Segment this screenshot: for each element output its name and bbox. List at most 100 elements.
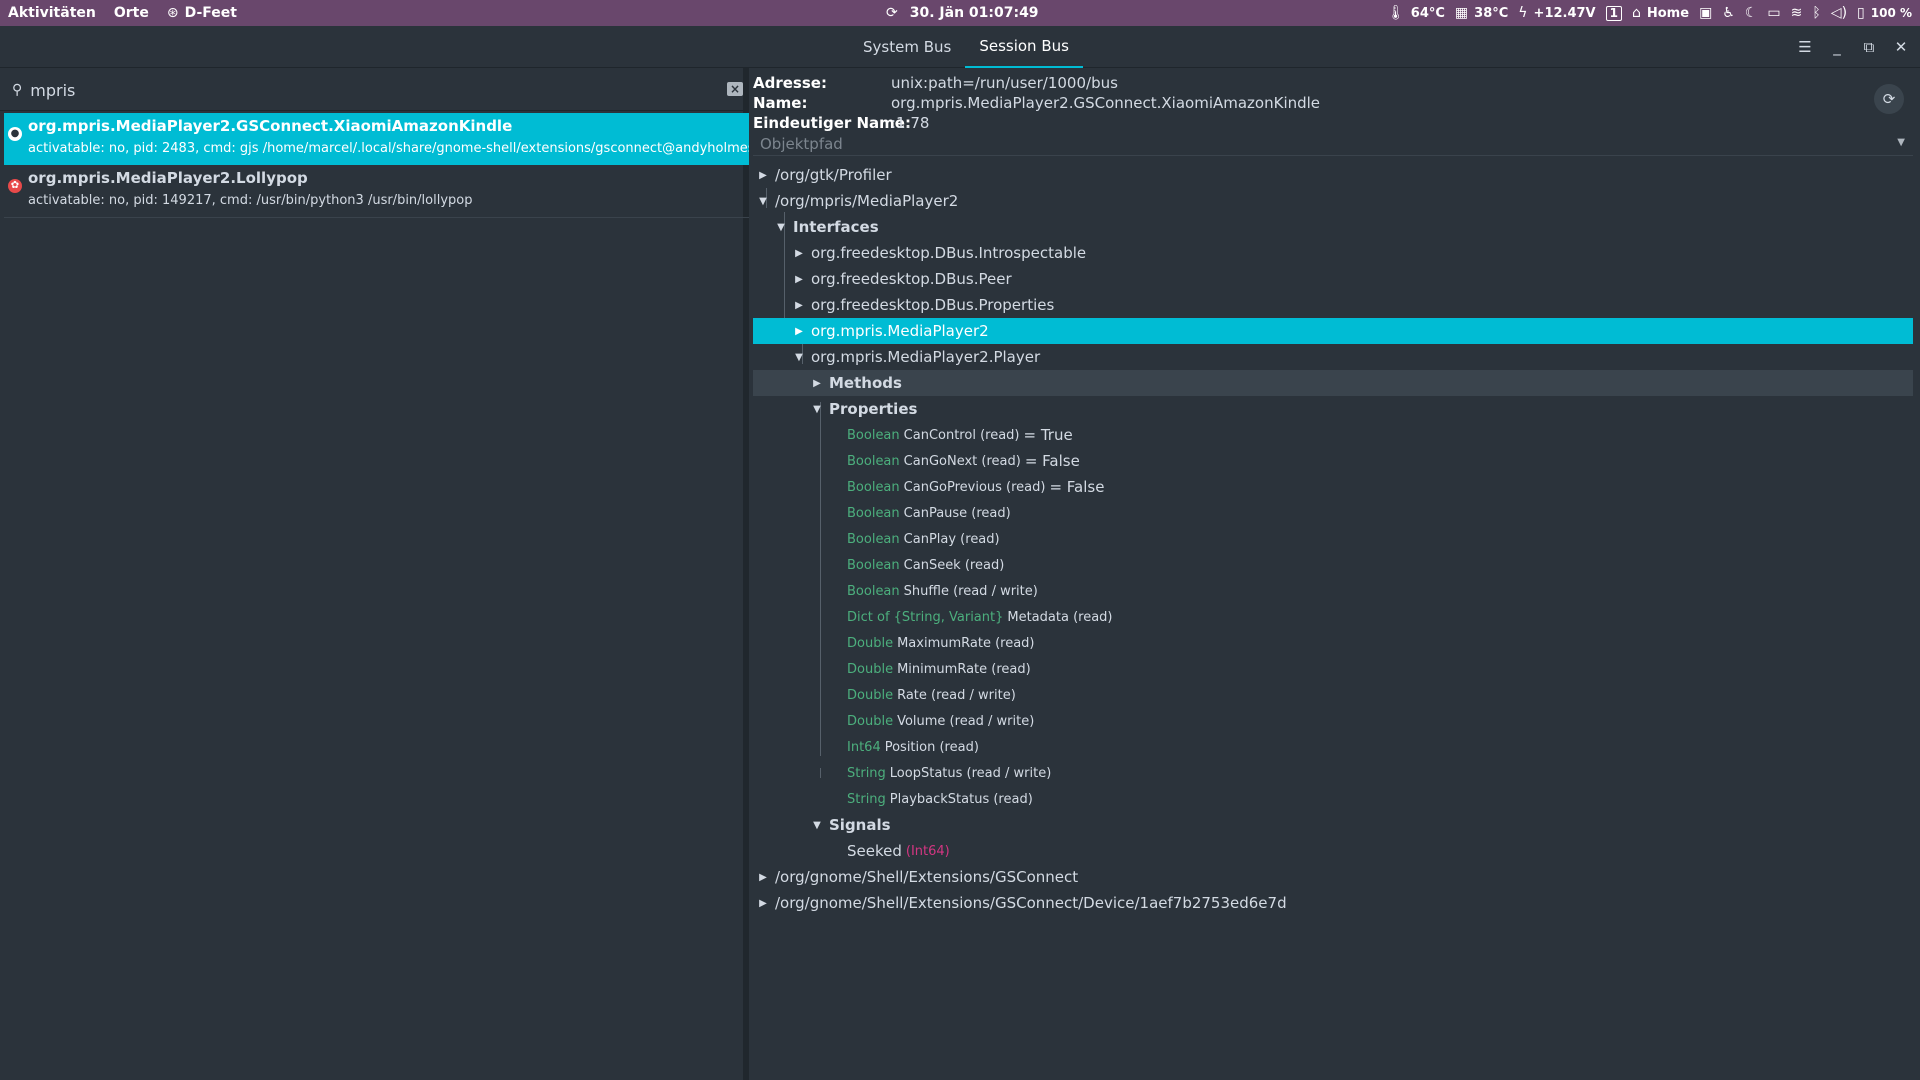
property-type: String [847, 765, 886, 781]
clear-search-icon[interactable]: × [727, 82, 743, 96]
expand-arrow-icon: ▶ [813, 377, 821, 389]
property-name: CanSeek (read) [903, 557, 1005, 573]
property-name: CanPlay (read) [903, 531, 1000, 547]
tree-node-methods[interactable]: ▶ Methods [753, 370, 1913, 396]
property-value: = False [1024, 452, 1080, 470]
property-row[interactable]: Double Rate (read / write) [847, 682, 1913, 708]
property-row[interactable]: Double MinimumRate (read) [847, 656, 1913, 682]
tree-node-profiler[interactable]: ▶ /org/gtk/Profiler [753, 162, 1913, 188]
close-icon[interactable]: ✕ [1894, 38, 1908, 56]
search-input[interactable]: mpris [30, 81, 75, 100]
tree-node-properties[interactable]: ▼ Properties [753, 396, 1913, 422]
refresh-button[interactable]: ⟳ [1874, 84, 1904, 114]
tree-node-introspectable[interactable]: ▶ org.freedesktop.DBus.Introspectable [753, 240, 1913, 266]
tree-node-label: /org/gtk/Profiler [775, 166, 892, 184]
tree-node-gsconnect-device[interactable]: ▶ /org/gnome/Shell/Extensions/GSConnect/… [753, 890, 1913, 916]
volume-icon[interactable]: ◁) [1831, 5, 1847, 21]
gpu-temp-label: 38°C [1474, 5, 1509, 21]
property-type: Boolean [847, 583, 900, 599]
signal-row[interactable]: Seeked (Int64) [847, 838, 1913, 864]
property-type: String [847, 791, 886, 807]
property-type: Int64 [847, 739, 881, 755]
collapse-arrow-icon: ▼ [813, 403, 821, 415]
property-name: CanPause (read) [903, 505, 1011, 521]
night-light-icon[interactable]: ☾ [1745, 5, 1758, 21]
unique-name-value[interactable]: :1.78 [891, 114, 929, 132]
tree-node-player-iface[interactable]: ▼ org.mpris.MediaPlayer2.Player [753, 344, 1913, 370]
property-row[interactable]: String LoopStatus (read / write) [847, 760, 1913, 786]
divider [0, 110, 749, 111]
home-shortcut[interactable]: ⌂ Home [1632, 5, 1689, 21]
property-row[interactable]: Boolean CanPause (read) [847, 500, 1913, 526]
name-value[interactable]: org.mpris.MediaPlayer2.GSConnect.XiaomiA… [891, 94, 1320, 112]
property-row[interactable]: Boolean CanGoPrevious (read) = False [847, 474, 1913, 500]
property-type: Double [847, 687, 894, 703]
tree-node-label: org.freedesktop.DBus.Introspectable [811, 244, 1087, 262]
property-name: PlaybackStatus (read) [889, 791, 1033, 807]
property-row[interactable]: Double MaximumRate (read) [847, 630, 1913, 656]
refresh-icon: ⟳ [1882, 90, 1896, 108]
header-bar: System Bus Session Bus ☰ _ ⧉ ✕ [0, 26, 1920, 68]
tab-system-bus[interactable]: System Bus [849, 26, 965, 68]
search-field[interactable]: ⚲ mpris × [4, 76, 745, 104]
tree-column-header[interactable]: Objektpfad ▼ [753, 134, 1913, 156]
battery-indicator[interactable]: ▯ 100 % [1857, 5, 1912, 21]
bus-name-pane: ⚲ mpris × ● org.mpris.MediaPlayer2.GSCon… [0, 68, 749, 1080]
clock[interactable]: ⟳ 30. Jän 01:07:49 [886, 0, 1039, 26]
workspace-indicator[interactable]: 1 [1605, 5, 1622, 21]
tree-node-properties-iface[interactable]: ▶ org.freedesktop.DBus.Properties [753, 292, 1913, 318]
property-name: Volume (read / write) [897, 713, 1035, 729]
bluetooth-icon[interactable]: ᛒ [1812, 5, 1820, 21]
tree-node-gsconnect[interactable]: ▶ /org/gnome/Shell/Extensions/GSConnect [753, 864, 1913, 890]
app-menu-label: D-Feet [184, 5, 237, 21]
property-row[interactable]: Double Volume (read / write) [847, 708, 1913, 734]
bus-list-item[interactable]: ✿ org.mpris.MediaPlayer2.Lollypop activa… [4, 165, 749, 217]
property-row[interactable]: Boolean Shuffle (read / write) [847, 578, 1913, 604]
name-label: Name: [753, 94, 808, 112]
voltage-indicator[interactable]: ϟ +12.47V [1518, 5, 1595, 21]
expand-arrow-icon: ▶ [759, 871, 767, 883]
wifi-icon[interactable]: ≋ [1791, 5, 1803, 21]
property-row[interactable]: Boolean CanPlay (read) [847, 526, 1913, 552]
tree-node-signals[interactable]: ▼ Signals [753, 812, 1913, 838]
property-row[interactable]: Int64 Position (read) [847, 734, 1913, 760]
bus-list-item[interactable]: ● org.mpris.MediaPlayer2.GSConnect.Xiaom… [4, 113, 749, 165]
clipboard-icon[interactable]: ▣ [1699, 5, 1712, 21]
hamburger-menu-icon[interactable]: ☰ [1798, 38, 1812, 56]
gsconnect-icon: ● [8, 127, 22, 141]
tree-node-interfaces[interactable]: ▼ Interfaces [753, 214, 1913, 240]
property-row[interactable]: Boolean CanControl (read) = True [847, 422, 1913, 448]
property-row[interactable]: String PlaybackStatus (read) [847, 786, 1913, 812]
tree-node-label: Signals [829, 816, 891, 834]
tree-node-mediaplayer[interactable]: ▼ /org/mpris/MediaPlayer2 [753, 188, 1913, 214]
expand-arrow-icon: ▶ [795, 325, 803, 337]
gpu-temp-indicator[interactable]: ▦ 38°C [1455, 5, 1508, 21]
tree-node-label: Methods [829, 374, 902, 392]
tree-node-label: Properties [829, 400, 918, 418]
property-type: Dict of {String, Variant} [847, 609, 1004, 625]
property-row[interactable]: Boolean CanGoNext (read) = False [847, 448, 1913, 474]
cpu-temp-indicator[interactable]: 🌡︎ 64°C [1387, 5, 1445, 21]
tab-session-bus[interactable]: Session Bus [965, 26, 1083, 68]
search-icon: ⚲ [12, 82, 23, 98]
home-label: Home [1646, 5, 1690, 21]
system-top-bar: Aktivitäten Orte ⊛ D-Feet ⟳ 30. Jän 01:0… [0, 0, 1920, 26]
tree-node-peer[interactable]: ▶ org.freedesktop.DBus.Peer [753, 266, 1913, 292]
property-row[interactable]: Dict of {String, Variant} Metadata (read… [847, 604, 1913, 630]
accessibility-icon[interactable]: ♿︎ [1722, 5, 1735, 21]
chip-icon: ▦ [1454, 5, 1469, 21]
clock-label: 30. Jän 01:07:49 [909, 5, 1039, 21]
places-menu[interactable]: Orte [114, 5, 149, 21]
property-name: Position (read) [884, 739, 979, 755]
column-header-label: Objektpfad [760, 135, 843, 153]
property-value: = True [1023, 426, 1073, 444]
tree-node-mediaplayer2-iface[interactable]: ▶ org.mpris.MediaPlayer2 [753, 318, 1913, 344]
activities-button[interactable]: Aktivitäten [8, 5, 96, 21]
property-type: Boolean [847, 427, 900, 443]
maximize-icon[interactable]: ⧉ [1862, 38, 1876, 56]
property-row[interactable]: Boolean CanSeek (read) [847, 552, 1913, 578]
minimize-icon[interactable]: _ [1830, 38, 1844, 56]
display-icon[interactable]: ▭ [1767, 5, 1780, 21]
app-menu[interactable]: ⊛ D-Feet [167, 5, 237, 21]
address-value[interactable]: unix:path=/run/user/1000/bus [891, 74, 1118, 92]
